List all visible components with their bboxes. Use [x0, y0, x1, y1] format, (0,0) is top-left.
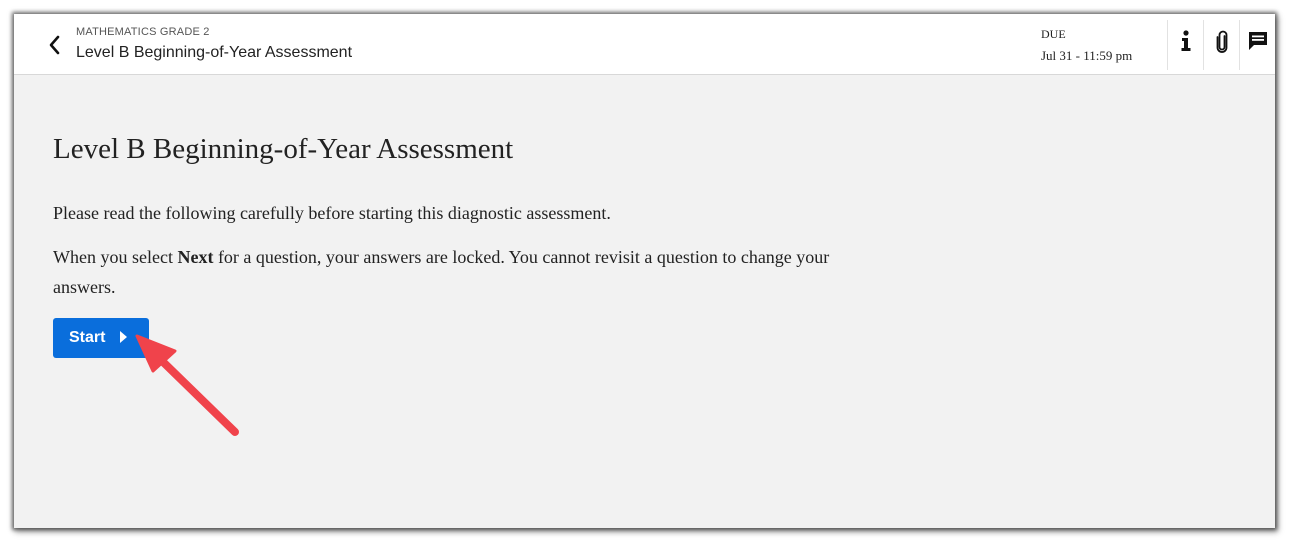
intro-text: Please read the following carefully befo…: [53, 203, 611, 223]
lock-warning-pre: When you select: [53, 247, 178, 267]
lock-warning-text: When you select Next for a question, you…: [53, 242, 853, 302]
comments-button[interactable]: [1239, 20, 1275, 70]
assessment-window: MATHEMATICS GRADE 2 Level B Beginning-of…: [14, 14, 1275, 528]
header-title: Level B Beginning-of-Year Assessment: [76, 44, 353, 61]
comment-icon: [1248, 32, 1267, 50]
next-keyword: Next: [177, 247, 214, 267]
info-button[interactable]: [1167, 20, 1203, 70]
due-label: DUE: [1041, 27, 1066, 41]
course-subject: MATHEMATICS GRADE 2: [76, 26, 210, 38]
breadcrumb: MATHEMATICS GRADE 2 Level B Beginning-of…: [76, 26, 352, 62]
header-actions: [1167, 14, 1275, 74]
page-title: Level B Beginning-of-Year Assessment: [53, 133, 514, 165]
back-chevron-icon: [49, 35, 60, 55]
top-header: MATHEMATICS GRADE 2 Level B Beginning-of…: [14, 14, 1275, 75]
start-button[interactable]: Start: [53, 318, 149, 358]
start-label: Start: [69, 329, 106, 346]
assessment-intro: Level B Beginning-of-Year Assessment Ple…: [53, 130, 853, 302]
attachments-button[interactable]: [1203, 20, 1239, 70]
paperclip-icon: [1216, 30, 1227, 53]
due-info: DUE Jul 31 - 11:59 pm: [1041, 27, 1132, 63]
play-arrow-icon: [120, 331, 127, 343]
back-button[interactable]: [46, 34, 64, 56]
info-icon: [1181, 30, 1190, 51]
due-date: Jul 31 - 11:59 pm: [1041, 48, 1133, 63]
